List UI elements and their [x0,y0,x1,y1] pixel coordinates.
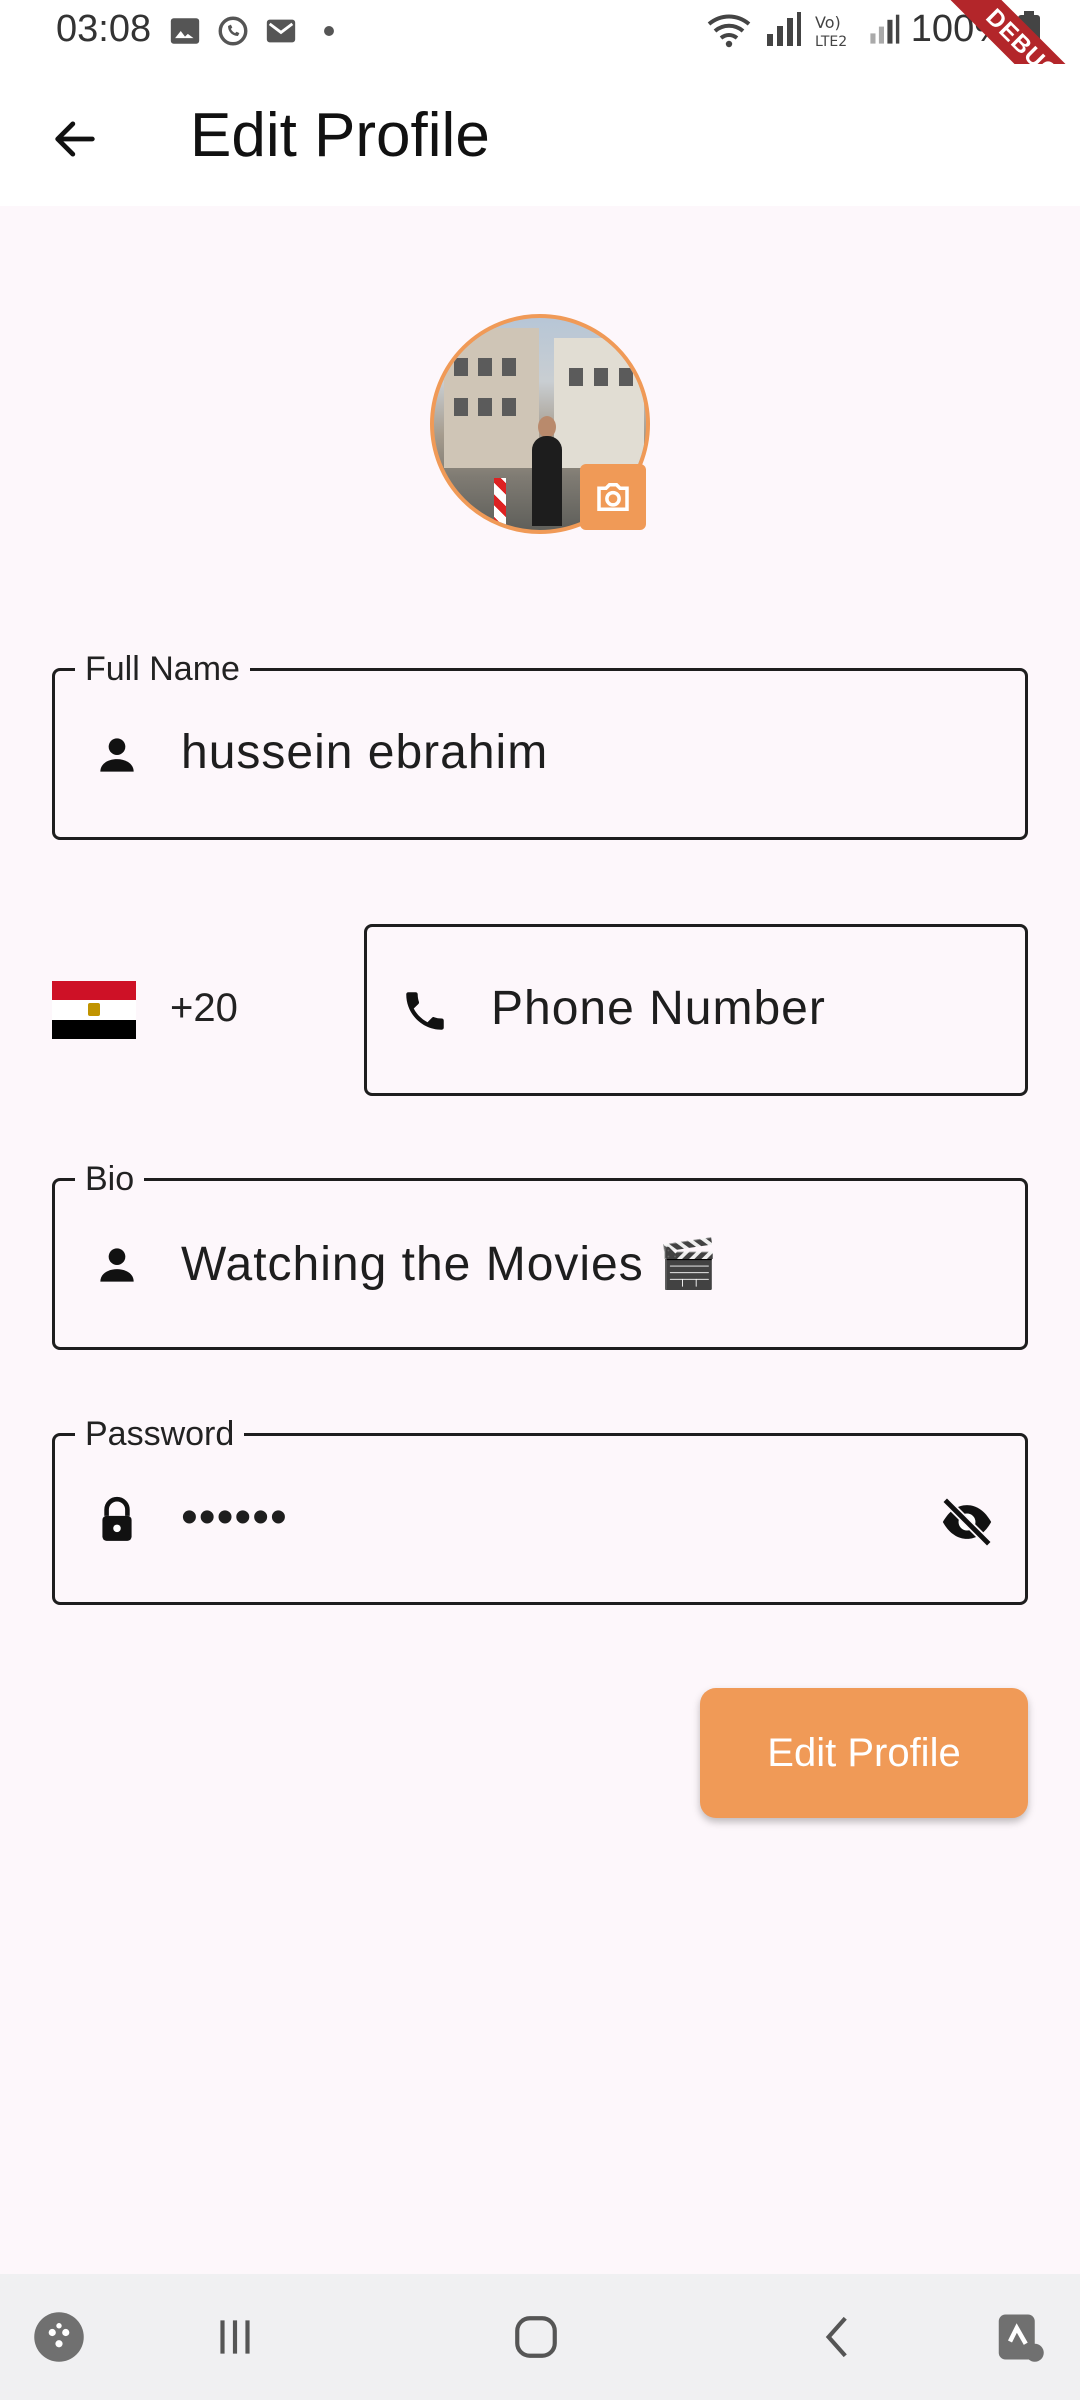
wifi-icon [707,14,751,47]
phone-number-field[interactable]: Phone Number [364,924,1028,1096]
status-bar: 03:08 Vo) LTE2 100% DEBUG [0,0,1080,144]
phone-number-placeholder: Phone Number [491,982,826,1035]
volte-icon: Vo) LTE2 [815,13,847,50]
signal-icon [870,14,900,44]
change-photo-button[interactable] [580,464,646,530]
full-name-field[interactable]: Full Name hussein ebrahim [52,649,1028,840]
dot-icon [312,14,346,48]
egypt-flag-icon[interactable] [52,981,136,1039]
gallery-icon [168,14,202,48]
password-field[interactable]: Password •••••• [52,1414,1028,1605]
game-launcher-icon[interactable] [26,2304,92,2370]
full-name-value: hussein ebrahim [181,726,549,779]
assistant-icon[interactable] [986,2304,1052,2370]
bio-label: Bio [75,1159,145,1199]
home-icon[interactable] [503,2304,569,2370]
phone-row: +20 Phone Number [52,924,1028,1096]
whatsapp-icon [216,14,250,48]
recents-icon[interactable] [202,2304,268,2370]
svg-text:LTE2: LTE2 [815,34,847,50]
page-title: Edit Profile [190,101,490,170]
toggle-password-visibility[interactable] [937,1492,997,1552]
app-bar: Edit Profile [0,64,1080,206]
mail-icon [264,14,298,48]
phone-icon [397,983,453,1039]
system-nav-bar [0,2274,1080,2400]
lock-icon [89,1492,145,1548]
status-time: 03:08 [56,8,152,50]
eye-off-icon [942,1497,992,1547]
back-icon[interactable] [806,2304,872,2370]
arrow-left-icon [55,121,95,157]
country-dial-code[interactable]: +20 [170,986,238,1031]
signal-icon [766,11,801,46]
person-icon [89,1237,145,1293]
password-label: Password [75,1414,245,1454]
password-value: •••••• [181,1491,288,1544]
svg-text:Vo): Vo) [815,13,841,32]
edit-profile-button[interactable]: Edit Profile [700,1688,1028,1818]
camera-icon [597,483,629,511]
bio-value: Watching the Movies 🎬 [181,1238,719,1291]
bio-field[interactable]: Bio Watching the Movies 🎬 [52,1159,1028,1350]
full-name-label: Full Name [75,649,250,689]
back-button[interactable] [40,104,110,174]
notification-icons [168,14,346,48]
person-icon [89,727,145,783]
avatar-container [430,314,650,534]
